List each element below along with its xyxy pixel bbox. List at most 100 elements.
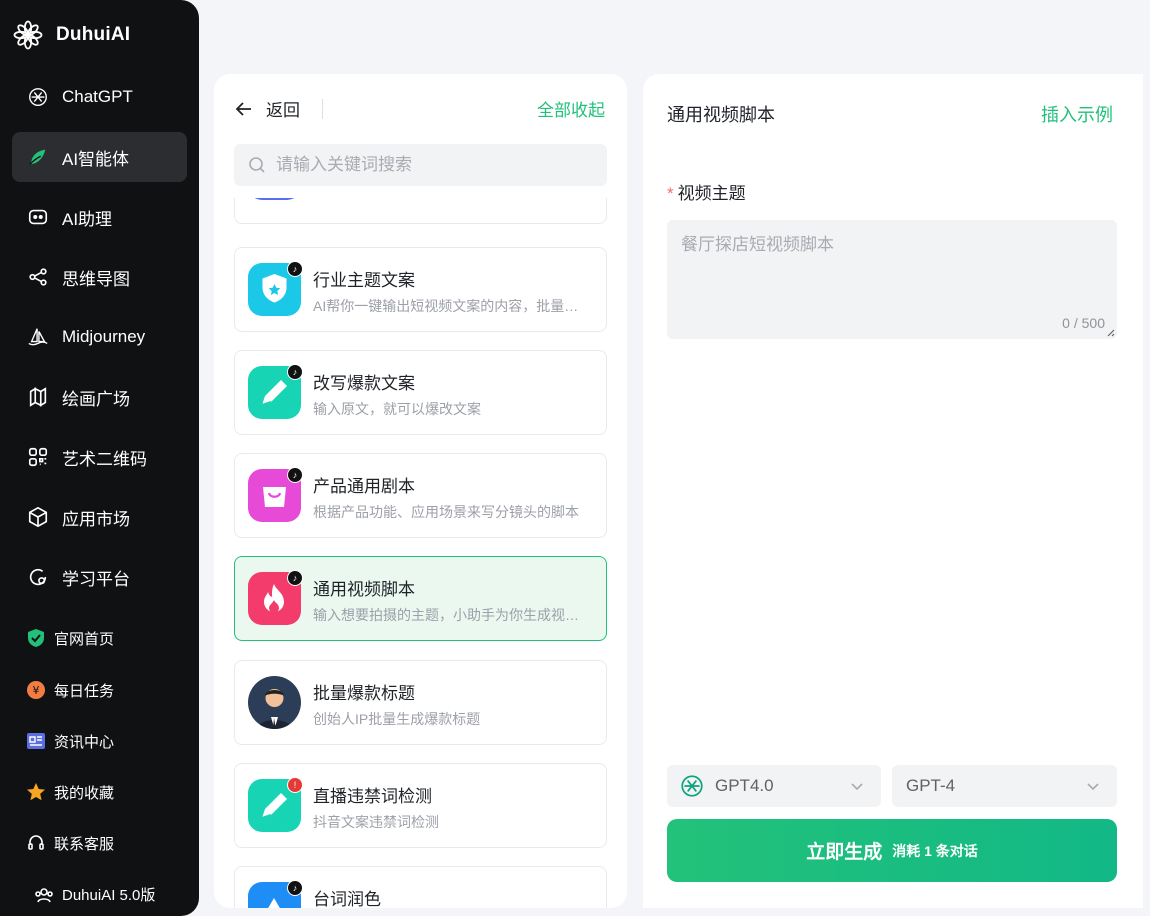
list-item[interactable]: 批量爆款标题 创始人IP批量生成爆款标题 — [234, 660, 607, 745]
sub-label: 资讯中心 — [54, 733, 115, 751]
search-icon — [249, 157, 265, 173]
sub-item-daily-tasks[interactable]: ¥ 每日任务 — [26, 676, 114, 704]
brand[interactable]: DuhuiAI — [12, 18, 130, 52]
list-item[interactable]: ! 直播违禁词检测 抖音文案违禁词检测 — [234, 763, 607, 848]
team-icon — [35, 887, 53, 902]
study-icon — [26, 565, 50, 589]
item-title: 改写爆款文案 — [313, 374, 415, 393]
openai-icon — [681, 775, 703, 797]
list-item[interactable]: ♪ 行业主题文案 AI帮你一键输出短视频文案的内容，批量生成 — [234, 247, 607, 332]
robot-icon — [26, 205, 50, 229]
item-title: 台词润色 — [313, 890, 381, 908]
generate-button[interactable]: 立即生成 消耗 1 条对话 — [667, 819, 1117, 882]
agent-leaf-icon — [26, 145, 50, 169]
nav-label: 应用市场 — [62, 509, 130, 529]
nav-item-mindmap[interactable]: 思维导图 — [12, 252, 187, 302]
nav-label: AI助理 — [62, 209, 113, 229]
agent-list-panel: 返回 全部收起 ♪ 行业主题文案 AI帮你一键输出短视频文案的内容，批量生成 ♪… — [214, 74, 627, 908]
shield-check-icon — [26, 628, 46, 648]
shield-star-icon: ♪ — [248, 261, 303, 316]
nav-item-ai-agent[interactable]: AI智能体 — [12, 132, 187, 182]
version-info[interactable]: DuhuiAI 5.0版 — [34, 884, 155, 905]
arrow-left-icon — [235, 101, 251, 116]
nav-label: 思维导图 — [62, 269, 130, 289]
mindmap-icon — [26, 265, 50, 289]
model-select[interactable]: GPT4.0 — [667, 765, 881, 807]
sub-item-customer-service[interactable]: 联系客服 — [26, 829, 114, 857]
agent-list: ♪ 行业主题文案 AI帮你一键输出短视频文案的内容，批量生成 ♪ 改写爆款文案 … — [234, 198, 607, 908]
tiktok-badge-icon: ♪ — [287, 880, 303, 896]
sub-label: 联系客服 — [54, 835, 115, 853]
nav-label: 绘画广场 — [62, 389, 130, 409]
flame-icon: ♪ — [248, 570, 303, 625]
item-desc: 创始人IP批量生成爆款标题 — [313, 711, 481, 727]
textarea-placeholder: 餐厅探店短视频脚本 — [681, 235, 834, 254]
list-item[interactable]: ♪ 改写爆款文案 输入原文，就可以爆改文案 — [234, 350, 607, 435]
openai-icon — [26, 85, 50, 109]
shopping-bag-icon: ♪ — [248, 467, 303, 522]
item-title: 行业主题文案 — [313, 271, 415, 290]
item-title: 直播违禁词检测 — [313, 787, 432, 806]
pencil-icon: ! — [248, 777, 303, 832]
tiktok-badge-icon: ♪ — [287, 467, 303, 483]
page-edge — [1143, 74, 1150, 908]
sub-item-news[interactable]: 资讯中心 — [26, 727, 114, 755]
sub-item-homepage[interactable]: 官网首页 — [26, 624, 114, 652]
insert-example-button[interactable]: 插入示例 — [1041, 101, 1113, 127]
nav-item-app-market[interactable]: 应用市场 — [12, 492, 187, 542]
tiktok-badge-icon: ♪ — [287, 261, 303, 277]
version-select[interactable]: GPT-4 — [892, 765, 1117, 807]
nav-item-learning[interactable]: 学习平台 — [12, 552, 187, 602]
collapse-all-button[interactable]: 全部收起 — [537, 96, 605, 121]
headset-icon — [26, 833, 46, 853]
nav-item-chatgpt[interactable]: ChatGPT — [12, 72, 187, 122]
sub-label: 官网首页 — [54, 630, 115, 648]
item-desc: 抖音文案违禁词检测 — [313, 814, 439, 830]
generate-cost: 消耗 1 条对话 — [892, 842, 978, 859]
list-item-selected[interactable]: ♪ 通用视频脚本 输入想要拍摄的主题，小助手为你生成视频脚本 — [234, 556, 607, 641]
brand-logo-icon — [13, 20, 43, 50]
sub-item-favorites[interactable]: 我的收藏 — [26, 778, 114, 806]
required-mark: * — [667, 184, 674, 203]
nav-item-ai-assistant[interactable]: AI助理 — [12, 192, 187, 242]
item-desc: AI帮你一键输出短视频文案的内容，批量生成 — [313, 298, 588, 314]
brand-name: DuhuiAI — [56, 24, 131, 45]
version-label: DuhuiAI 5.0版 — [62, 887, 156, 904]
map-icon — [26, 385, 50, 409]
list-item-partial[interactable] — [234, 198, 607, 224]
generate-label: 立即生成 — [806, 842, 883, 863]
qrcode-icon — [26, 445, 50, 469]
topic-textarea[interactable]: 餐厅探店短视频脚本 0 / 500 — [667, 220, 1117, 339]
agent-thumb — [248, 198, 301, 200]
model-select-value: GPT4.0 — [715, 776, 774, 795]
svg-text:¥: ¥ — [33, 684, 40, 697]
nav-item-drawing-square[interactable]: 绘画广场 — [12, 372, 187, 422]
news-icon — [26, 731, 46, 751]
nav-label: AI智能体 — [62, 149, 130, 169]
nav-label: ChatGPT — [62, 87, 133, 106]
item-title: 通用视频脚本 — [313, 580, 415, 599]
version-select-value: GPT-4 — [906, 776, 956, 795]
agent-list-header: 返回 全部收起 — [214, 74, 627, 140]
topic-label: * 视频主题 — [667, 179, 746, 204]
chevron-down-icon — [851, 783, 863, 791]
sidebar: DuhuiAI ChatGPT AI智能体 AI助理 思维导图 Midjourn… — [0, 0, 199, 916]
sub-label: 每日任务 — [54, 682, 115, 700]
sub-label: 我的收藏 — [54, 784, 115, 802]
list-item[interactable]: ♪ 产品通用剧本 根据产品功能、应用场景来写分镜头的脚本 — [234, 453, 607, 538]
resize-handle-icon[interactable] — [1105, 327, 1115, 337]
nav-item-midjourney[interactable]: Midjourney — [12, 312, 187, 362]
coin-icon: ¥ — [26, 680, 46, 700]
topic-label-text: 视频主题 — [677, 184, 746, 203]
back-button[interactable]: 返回 — [234, 96, 300, 121]
mountain-icon: ♪ — [248, 880, 303, 908]
search-box — [234, 144, 607, 186]
person-avatar-icon — [248, 676, 301, 729]
nav-item-art-qrcode[interactable]: 艺术二维码 — [12, 432, 187, 482]
search-input[interactable] — [276, 155, 596, 175]
form-title: 通用视频脚本 — [667, 105, 775, 125]
alert-badge-icon: ! — [287, 777, 303, 793]
agent-form-panel: 通用视频脚本 插入示例 * 视频主题 餐厅探店短视频脚本 0 / 500 GPT4… — [643, 74, 1143, 908]
list-item[interactable]: ♪ 台词润色 — [234, 866, 607, 908]
tiktok-badge-icon: ♪ — [287, 364, 303, 380]
